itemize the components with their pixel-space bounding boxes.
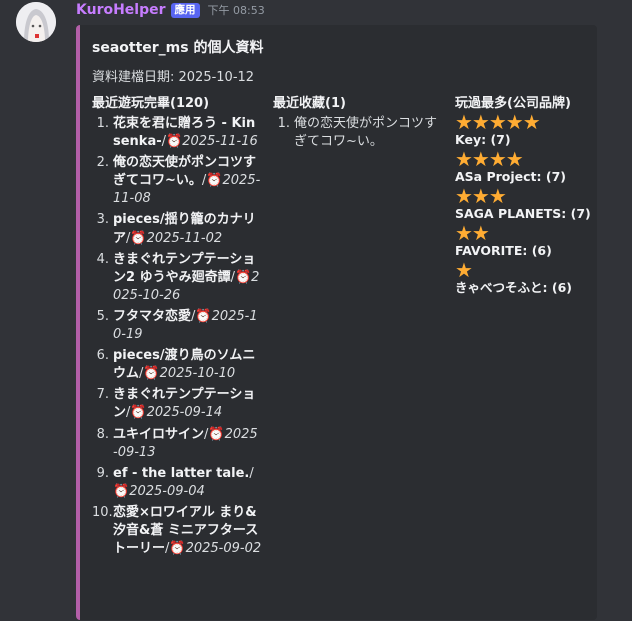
completion-date: 2025-09-14 [146, 405, 223, 421]
played-item: 10. 恋愛×ロワイアル まり&汐音&蒼 ミニアフターストーリー/⏰2025-09… [92, 504, 262, 558]
top-brands-field: 玩過最多(公司品牌) ★★★★★ Key: (7) ★★★★ ASa Project:… [455, 92, 595, 296]
brand-label: FAVORITE: (6) [455, 243, 552, 258]
star-rating-icon: ★★★★ [455, 147, 524, 171]
played-item: 6. pieces/渡り鳥のソムニウム/⏰2025-10-10 [92, 347, 262, 383]
item-text: 花束を君に贈ろう - Kinsenka-/⏰2025-11-16 [113, 115, 262, 151]
recent-favorites-field: 最近收藏(1) 1. 俺の恋天使がポンコツすぎてコワ~い。 [273, 92, 445, 154]
alarm-clock-icon: ⏰ [169, 541, 186, 557]
recent-played-list: 1. 花束を君に贈ろう - Kinsenka-/⏰2025-11-16 2. 俺の恋天… [92, 115, 262, 558]
alarm-clock-icon: ⏰ [195, 308, 212, 324]
brand-entry: ★★★★★ Key: (7) [455, 110, 595, 148]
played-item: 2. 俺の恋天使がポンコツすぎてコワ~い。/⏰2025-11-08 [92, 154, 262, 208]
alarm-clock-icon: ⏰ [234, 269, 252, 285]
top-brands-list: ★★★★★ Key: (7) ★★★★ ASa Project: (7) ★★★ SAGA… [455, 110, 595, 296]
recent-played-title: 最近遊玩完畢(120) [92, 96, 210, 111]
recent-played-field: 最近遊玩完畢(120) 1. 花束を君に贈ろう - Kinsenka-/⏰2025… [92, 92, 262, 561]
completion-date: 2025-11-16 [182, 134, 258, 150]
brand-entry: ★★ FAVORITE: (6) [455, 221, 595, 259]
message-timestamp[interactable]: 下午 08:53 [208, 2, 265, 18]
recent-favorites-list: 1. 俺の恋天使がポンコツすぎてコワ~い。 [273, 115, 445, 151]
played-item: 8. ユキイロサイン/⏰2025-09-13 [92, 426, 262, 462]
item-text: きまぐれテンプテーション2 ゆうやみ廻奇譚/⏰2025-10-26 [113, 251, 262, 305]
played-item: 1. 花束を君に贈ろう - Kinsenka-/⏰2025-11-16 [92, 115, 262, 151]
app-badge: 應用 [170, 2, 200, 18]
item-text: pieces/渡り鳥のソムニウム/⏰2025-10-10 [113, 347, 262, 383]
username[interactable]: KuroHelper [76, 2, 166, 18]
item-text: きまぐれテンプテーション/⏰2025-09-14 [113, 386, 262, 422]
brand-entry: ★ きゃべつそふと: (6) [455, 258, 595, 296]
completion-date: 2025-10-10 [159, 366, 236, 382]
item-number: 7. [96, 387, 109, 403]
brand-label: きゃべつそふと: (6) [455, 280, 572, 295]
embed-created-date: 資料建檔日期: 2025-10-12 [92, 70, 255, 85]
game-title: ユキイロサイン [113, 426, 205, 442]
favorite-title: 俺の恋天使がポンコツすぎてコワ~い。 [294, 116, 438, 150]
alarm-clock-icon: ⏰ [130, 405, 147, 421]
item-text: 恋愛×ロワイアル まり&汐音&蒼 ミニアフターストーリー/⏰2025-09-02 [113, 504, 262, 558]
star-rating-icon: ★ [455, 258, 473, 282]
item-number: 6. [96, 348, 109, 364]
played-item: 7. きまぐれテンプテーション/⏰2025-09-14 [92, 386, 262, 422]
alarm-clock-icon: ⏰ [143, 366, 160, 382]
item-text: ユキイロサイン/⏰2025-09-13 [113, 426, 262, 462]
item-text: ef - the latter tale./ ⏰2025-09-04 [113, 465, 262, 501]
alarm-clock-icon: ⏰ [166, 134, 183, 150]
message-header: KuroHelper 應用 下午 08:53 [76, 2, 265, 18]
separator: / [249, 465, 254, 481]
item-number: 3. [96, 212, 109, 228]
alarm-clock-icon: ⏰ [206, 173, 223, 189]
star-rating-icon: ★★★ [455, 184, 507, 208]
bot-avatar[interactable] [16, 2, 56, 42]
brand-entry: ★★★ SAGA PLANETS: (7) [455, 184, 595, 222]
played-item: 3. pieces/揺り籠のカナリア/⏰2025-11-02 [92, 211, 262, 247]
item-number: 8. [96, 426, 109, 442]
played-item: 9. ef - the latter tale./ ⏰2025-09-04 [92, 465, 262, 501]
brand-label: SAGA PLANETS: (7) [455, 206, 591, 221]
item-number: 2. [96, 155, 109, 171]
game-title: フタマタ恋愛 [113, 308, 192, 324]
favorite-item: 1. 俺の恋天使がポンコツすぎてコワ~い。 [273, 115, 445, 151]
embed-title: seaotter_ms 的個人資料 [92, 40, 264, 56]
brand-label: ASa Project: (7) [455, 169, 566, 184]
item-number: 5. [96, 308, 109, 324]
completion-date: 2025-09-02 [185, 541, 262, 557]
game-title: ef - the latter tale. [113, 465, 250, 481]
item-number: 4. [96, 251, 109, 267]
top-brands-title: 玩過最多(公司品牌) [455, 96, 571, 111]
brand-entry: ★★★★ ASa Project: (7) [455, 147, 595, 185]
alarm-clock-icon: ⏰ [130, 230, 147, 246]
item-text: pieces/揺り籠のカナリア/⏰2025-11-02 [113, 211, 262, 247]
profile-embed: seaotter_ms 的個人資料 資料建檔日期: 2025-10-12 最近遊… [76, 25, 597, 620]
played-item: 5. フタマタ恋愛/⏰2025-10-19 [92, 308, 262, 344]
recent-favorites-title: 最近收藏(1) [273, 96, 346, 111]
item-number: 1. [277, 116, 290, 131]
item-number: 10. [92, 504, 113, 520]
played-item: 4. きまぐれテンプテーション2 ゆうやみ廻奇譚/⏰2025-10-26 [92, 251, 262, 305]
item-text: 俺の恋天使がポンコツすぎてコワ~い。/⏰2025-11-08 [113, 154, 262, 208]
item-text: フタマタ恋愛/⏰2025-10-19 [113, 308, 262, 344]
completion-date: 2025-09-04 [129, 483, 205, 499]
alarm-clock-icon: ⏰ [113, 483, 130, 499]
item-number: 1. [96, 116, 109, 131]
item-number: 9. [96, 465, 109, 481]
star-rating-icon: ★★ [455, 221, 490, 245]
avatar-image-icon [16, 2, 56, 42]
completion-date: 2025-11-02 [146, 230, 223, 246]
alarm-clock-icon: ⏰ [208, 426, 225, 442]
star-rating-icon: ★★★★★ [455, 110, 541, 134]
